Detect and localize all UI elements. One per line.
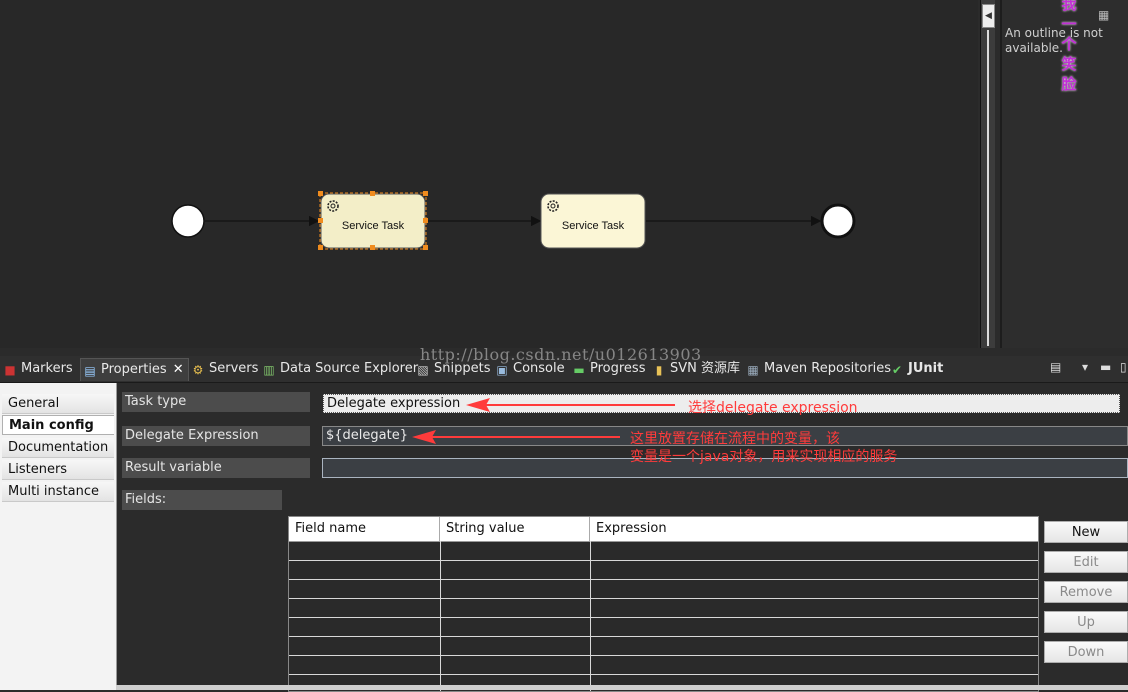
svn-icon: ▮	[655, 363, 663, 377]
diagram-canvas[interactable]: Service Task Service Task	[0, 0, 978, 348]
delegate-expression-label: Delegate Expression	[122, 426, 310, 446]
task-type-label: Task type	[122, 392, 310, 412]
column-header-string-value[interactable]: String value	[440, 517, 590, 541]
chevron-down-icon[interactable]: ▾	[1082, 360, 1088, 374]
maximize-icon[interactable]: ▯	[1120, 360, 1127, 374]
outline-toolbar-icon[interactable]: ▦	[1098, 8, 1112, 22]
up-button[interactable]: Up	[1044, 611, 1128, 633]
end-event[interactable]	[820, 203, 856, 239]
snippets-icon: ▧	[417, 363, 429, 377]
selection-handle[interactable]	[370, 191, 375, 196]
sidenav-item-main-config[interactable]: Main config	[2, 415, 114, 435]
annotation-text-2: 这里放置存储在流程中的变量，该 变量是一个java对象，用来实现相应的服务	[630, 430, 960, 466]
annotation-text-1: 选择delegate expression	[688, 400, 858, 416]
table-row[interactable]	[289, 637, 1038, 656]
down-button[interactable]: Down	[1044, 641, 1128, 663]
properties-icon: ▤	[84, 364, 96, 378]
scroll-left-arrow-icon[interactable]: ◀	[982, 4, 995, 28]
table-header: Field name String value Expression	[289, 517, 1038, 542]
service-task-2-label: Service Task	[562, 220, 625, 232]
sidenav-item-general[interactable]: General	[2, 394, 114, 414]
view-menu-icon[interactable]: ▤	[1050, 360, 1061, 374]
new-button[interactable]: New	[1044, 521, 1128, 543]
tab-properties[interactable]: ▤ Properties ✕	[80, 358, 189, 381]
column-header-expression[interactable]: Expression	[590, 517, 1038, 541]
annotation-text-2-line1: 这里放置存储在流程中的变量，该	[630, 431, 840, 447]
servers-icon: ⚙	[192, 363, 204, 377]
annotation-text-2-line2: 变量是一个java对象，用来实现相应的服务	[630, 449, 898, 465]
table-row[interactable]	[289, 561, 1038, 580]
edit-button[interactable]: Edit	[1044, 551, 1128, 573]
table-row[interactable]	[289, 618, 1038, 637]
tab-servers[interactable]: ⚙ Servers	[191, 358, 259, 380]
table-row[interactable]	[289, 599, 1038, 618]
selection-handle[interactable]	[423, 245, 428, 250]
close-icon[interactable]: ✕	[173, 362, 184, 377]
outline-message: An outline is not available.	[1005, 26, 1103, 55]
maven-icon: ▦	[747, 363, 759, 377]
canvas-vertical-scrollbar[interactable]: ◀	[980, 0, 995, 348]
tab-label: JUnit	[908, 361, 944, 376]
horizontal-scrollbar[interactable]	[116, 685, 1128, 690]
progress-icon: ▬	[573, 363, 585, 377]
tab-label: Markers	[21, 361, 73, 376]
selection-handle[interactable]	[423, 218, 428, 223]
sidenav-item-multi-instance[interactable]: Multi instance	[2, 482, 114, 502]
markers-icon: ■	[4, 363, 16, 377]
tab-label: Data Source Explorer	[280, 361, 419, 376]
tab-label: Properties	[101, 362, 167, 377]
fields-table[interactable]: Field name String value Expression	[288, 516, 1039, 692]
result-variable-label: Result variable	[122, 458, 310, 478]
console-icon: ▣	[496, 363, 508, 377]
data-source-icon: ▥	[263, 363, 275, 377]
fields-label: Fields:	[122, 490, 282, 510]
selection-handle[interactable]	[318, 218, 323, 223]
tab-label: Maven Repositories	[764, 361, 892, 376]
tab-markers[interactable]: ■ Markers	[3, 358, 73, 380]
outline-view: ▦ 我一个笑脸 An outline is not available.	[1000, 0, 1128, 348]
bpmn-diagram[interactable]: Service Task Service Task	[0, 0, 978, 348]
selection-handle[interactable]	[370, 245, 375, 250]
remove-button[interactable]: Remove	[1044, 581, 1128, 603]
tab-label: Servers	[209, 361, 259, 376]
sidenav-item-listeners[interactable]: Listeners	[2, 460, 114, 480]
selection-handle[interactable]	[318, 191, 323, 196]
selection-handle[interactable]	[318, 245, 323, 250]
table-row[interactable]	[289, 580, 1038, 599]
tab-maven-repositories[interactable]: ▦ Maven Repositories	[746, 358, 891, 380]
table-row[interactable]	[289, 656, 1038, 675]
scroll-track[interactable]	[987, 30, 989, 346]
start-event[interactable]	[171, 204, 205, 238]
column-header-field-name[interactable]: Field name	[289, 517, 440, 541]
table-row[interactable]	[289, 542, 1038, 561]
tab-junit[interactable]: ✔ JUnit	[890, 358, 943, 380]
blog-watermark: http://blog.csdn.net/u012613903	[420, 345, 702, 364]
selection-handle[interactable]	[423, 191, 428, 196]
sidenav-item-documentation[interactable]: Documentation	[2, 438, 114, 458]
service-task-1-label: Service Task	[342, 220, 405, 232]
junit-icon: ✔	[891, 363, 903, 377]
minimize-icon[interactable]: ▬	[1100, 360, 1111, 374]
properties-sidenav: General Main config Documentation Listen…	[0, 383, 117, 690]
tab-data-source-explorer[interactable]: ▥ Data Source Explorer	[262, 358, 418, 380]
